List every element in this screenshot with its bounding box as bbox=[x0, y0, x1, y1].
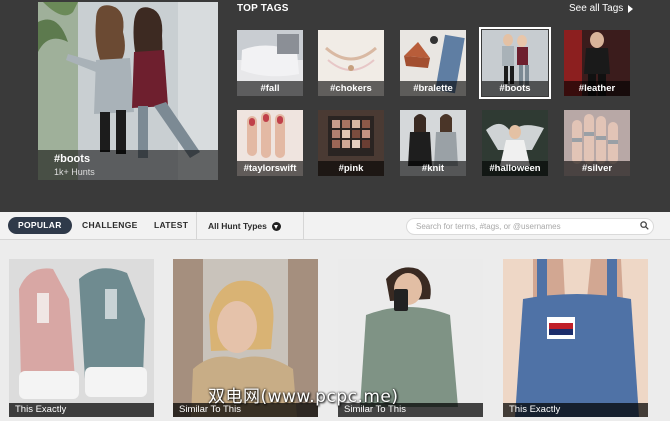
tag-label: #pink bbox=[318, 161, 384, 176]
result-photo bbox=[9, 259, 154, 417]
top-tags-heading: TOP TAGS bbox=[237, 3, 289, 14]
search-input[interactable] bbox=[406, 218, 654, 235]
tag-label: #silver bbox=[564, 161, 630, 176]
chevron-right-icon bbox=[628, 4, 634, 13]
see-all-tags-link[interactable]: See all Tags bbox=[569, 3, 634, 14]
featured-hunt-count: 1k+ Hunts bbox=[54, 167, 95, 177]
tag-tile-pink[interactable]: #pink bbox=[318, 110, 384, 176]
result-caption: This Exactly bbox=[9, 403, 154, 417]
result-photo bbox=[503, 259, 648, 417]
tag-label: #fall bbox=[237, 81, 303, 96]
hunt-types-label: All Hunt Types bbox=[208, 221, 267, 231]
tab-latest[interactable]: LATEST bbox=[154, 217, 188, 234]
tag-label: #leather bbox=[564, 81, 630, 96]
tag-tile-boots[interactable]: #boots bbox=[479, 27, 551, 99]
tag-label: #halloween bbox=[482, 161, 548, 176]
tag-label: #knit bbox=[400, 161, 466, 176]
result-card-overalls[interactable]: This Exactly bbox=[503, 259, 648, 417]
tag-tile-bralette[interactable]: #bralette bbox=[400, 30, 466, 96]
tab-popular[interactable]: POPULAR bbox=[8, 217, 72, 234]
chevron-down-icon bbox=[271, 221, 281, 231]
tag-tile-silver[interactable]: #silver bbox=[564, 110, 630, 176]
tag-tile-taylorswift[interactable]: #taylorswift bbox=[237, 110, 303, 176]
tag-tile-leather[interactable]: #leather bbox=[564, 30, 630, 96]
watermark-text: 双电网(www.pcpc.me) bbox=[208, 387, 399, 407]
hunt-types-dropdown[interactable]: All Hunt Types bbox=[196, 212, 304, 240]
filter-bar: POPULAR CHALLENGE LATEST All Hunt Types bbox=[0, 212, 670, 240]
tag-label: #chokers bbox=[318, 81, 384, 96]
result-card-sneakers[interactable]: This Exactly bbox=[9, 259, 154, 417]
tag-tile-halloween[interactable]: #halloween bbox=[482, 110, 548, 176]
top-panel: #boots 1k+ Hunts TOP TAGS See all Tags #… bbox=[0, 0, 670, 212]
featured-tag-card[interactable]: #boots 1k+ Hunts bbox=[38, 2, 218, 180]
tag-tile-chokers[interactable]: #chokers bbox=[318, 30, 384, 96]
featured-tag-name: #boots bbox=[54, 153, 91, 165]
see-all-tags-label: See all Tags bbox=[569, 3, 624, 14]
result-caption: This Exactly bbox=[503, 403, 648, 417]
tag-tile-fall[interactable]: #fall bbox=[237, 30, 303, 96]
tab-challenge[interactable]: CHALLENGE bbox=[82, 217, 138, 234]
tag-label: #bralette bbox=[400, 81, 466, 96]
tag-tile-knit[interactable]: #knit bbox=[400, 110, 466, 176]
search-icon[interactable] bbox=[640, 221, 649, 230]
tag-label: #taylorswift bbox=[237, 161, 303, 176]
tag-label: #boots bbox=[482, 81, 548, 96]
featured-tag-label: #boots 1k+ Hunts bbox=[38, 150, 218, 180]
